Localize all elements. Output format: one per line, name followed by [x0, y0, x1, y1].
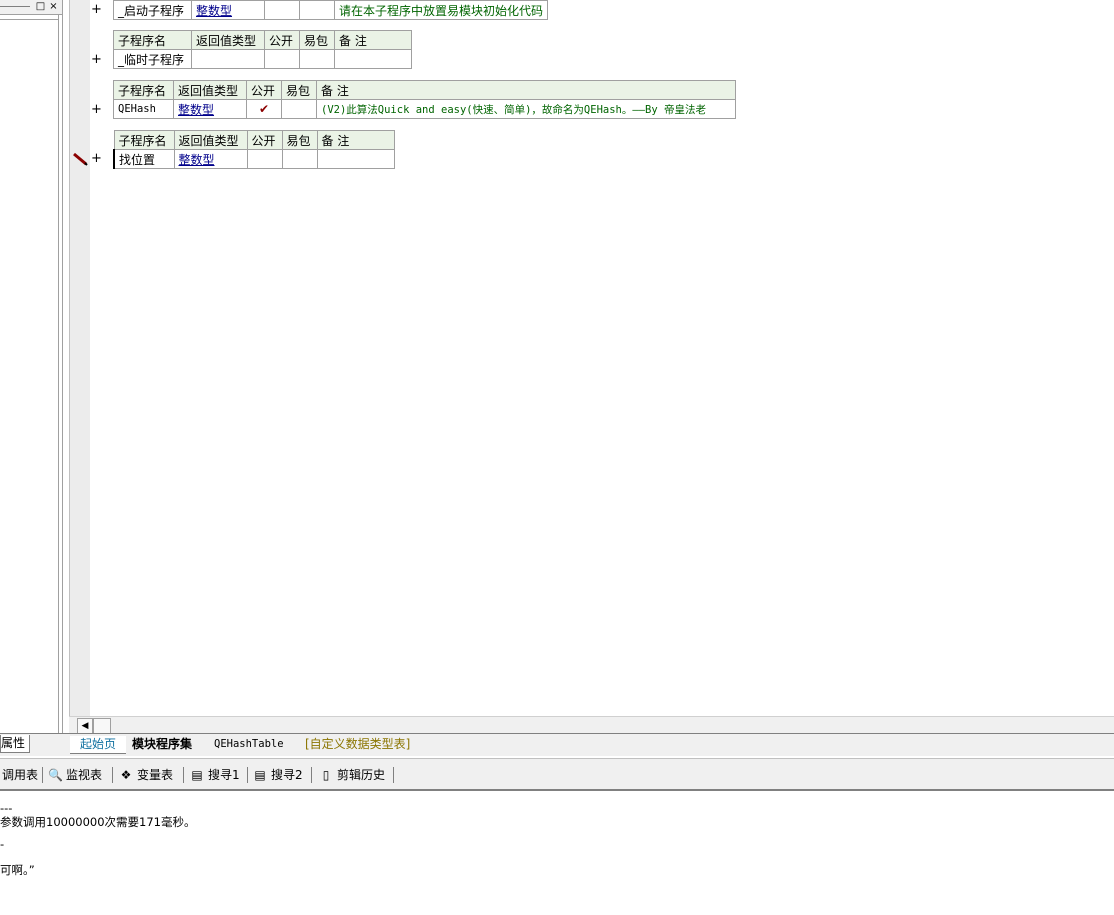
table-row[interactable]: _启动子程序 整数型 请在本子程序中放置易模块初始化代码: [113, 0, 549, 20]
header-public: 公开: [264, 30, 300, 50]
expand-icon[interactable]: +: [91, 3, 102, 17]
table-row[interactable]: QEHash 整数型 ✔ (V2)此算法Quick and easy(快速、简单…: [113, 99, 736, 119]
header-name: 子程序名: [113, 130, 175, 150]
public-cell[interactable]: [246, 149, 283, 169]
pack-cell[interactable]: [281, 99, 317, 119]
remark-cell[interactable]: [316, 149, 395, 169]
watch-table-label: 监视表: [66, 768, 103, 782]
header-type: 返回值类型: [191, 30, 265, 50]
variable-icon: ❖: [120, 768, 132, 782]
panel-divider: [0, 6, 30, 7]
edit-pencil-icon: [73, 152, 88, 166]
header-public: 公开: [246, 80, 282, 100]
return-type[interactable]: 整数型: [173, 99, 247, 119]
header-remark: 备 注: [334, 30, 412, 50]
header-pack: 易包: [299, 30, 335, 50]
public-check-icon[interactable]: ✔: [246, 99, 282, 119]
toolbar-separator: [393, 767, 394, 783]
search2-label: 搜寻2: [271, 768, 303, 782]
output-line: ---: [0, 801, 13, 815]
public-cell[interactable]: [264, 0, 300, 20]
watch-table-button[interactable]: 🔍 监视表: [48, 767, 102, 783]
header-public: 公开: [246, 130, 283, 150]
table-header: 子程序名 返回值类型 公开 易包 备 注: [113, 130, 395, 150]
tab-qehashtable[interactable]: QEHashTable: [204, 736, 294, 753]
table-row[interactable]: _临时子程序: [113, 49, 412, 69]
output-panel[interactable]: --- 参数调用10000000次需要171毫秒。 - 可啊。”: [0, 792, 1114, 915]
tab-module-set[interactable]: 模块程序集: [122, 736, 202, 753]
bottom-toolbar: 调用表 🔍 监视表 ❖ 变量表 ▤ 搜寻1 ▤ 搜寻2 ▯ 剪辑历史: [0, 758, 1114, 791]
toolbar-separator: [311, 767, 312, 783]
scroll-thumb[interactable]: [93, 718, 111, 734]
subroutine-name-input[interactable]: 找位置: [113, 149, 175, 169]
toolbar-separator: [183, 767, 184, 783]
call-table-label: 调用表: [2, 768, 39, 782]
scroll-left-arrow-icon[interactable]: ◀: [77, 718, 93, 734]
expand-icon[interactable]: +: [91, 103, 102, 117]
header-remark: 备 注: [316, 130, 395, 150]
header-remark: 备 注: [316, 80, 736, 100]
toolbar-separator: [112, 767, 113, 783]
table-header: 子程序名 返回值类型 公开 易包 备 注: [113, 80, 736, 100]
close-icon[interactable]: ×: [48, 1, 59, 12]
left-panel-titlebar: □ ×: [0, 0, 63, 15]
table-row[interactable]: 找位置 整数型: [113, 149, 395, 169]
public-cell[interactable]: [264, 49, 300, 69]
header-name: 子程序名: [113, 80, 174, 100]
output-line: 参数调用10000000次需要171毫秒。: [0, 815, 196, 829]
search1-label: 搜寻1: [208, 768, 240, 782]
tab-start-page[interactable]: 起始页: [70, 736, 127, 754]
subroutine-table: 子程序名 返回值类型 公开 易包 备 注 找位置 整数型: [113, 130, 395, 169]
clip-history-button[interactable]: ▯ 剪辑历史: [319, 767, 385, 783]
editor-gutter: [69, 0, 90, 718]
subroutine-name[interactable]: _启动子程序: [113, 0, 192, 20]
output-line: -: [0, 837, 5, 851]
panel-border: [58, 14, 59, 734]
search1-button[interactable]: ▤ 搜寻1: [190, 767, 240, 783]
subroutine-name[interactable]: QEHash: [113, 99, 174, 119]
header-pack: 易包: [281, 80, 317, 100]
output-line: 可啊。”: [0, 863, 35, 877]
variable-table-button[interactable]: ❖ 变量表: [119, 767, 173, 783]
remark-cell[interactable]: (V2)此算法Quick and easy(快速、简单)，故命名为QEHash。…: [316, 99, 736, 119]
pack-cell[interactable]: [299, 0, 335, 20]
header-name: 子程序名: [113, 30, 192, 50]
magnifier-icon: 🔍: [48, 768, 63, 782]
toolbar-separator: [247, 767, 248, 783]
variable-table-label: 变量表: [137, 768, 174, 782]
header-pack: 易包: [281, 130, 318, 150]
expand-icon[interactable]: +: [91, 53, 102, 67]
subroutine-table: _启动子程序 整数型 请在本子程序中放置易模块初始化代码: [113, 0, 549, 20]
left-panel: □ ×: [0, 0, 63, 734]
expand-icon[interactable]: +: [91, 152, 102, 166]
call-table-button[interactable]: 调用表: [2, 767, 38, 783]
subroutine-table: 子程序名 返回值类型 公开 易包 备 注 QEHash 整数型 ✔ (V2)此算…: [113, 80, 736, 119]
subroutine-name[interactable]: _临时子程序: [113, 49, 192, 69]
header-type: 返回值类型: [173, 80, 247, 100]
search2-button[interactable]: ▤ 搜寻2: [253, 767, 303, 783]
panel-border: [62, 0, 63, 734]
tab-properties[interactable]: 属性: [0, 735, 31, 753]
return-type[interactable]: 整数型: [191, 0, 265, 20]
clip-history-label: 剪辑历史: [337, 768, 386, 782]
table-header: 子程序名 返回值类型 公开 易包 备 注: [113, 30, 412, 50]
clipboard-icon: ▯: [322, 768, 330, 782]
maximize-icon[interactable]: □: [35, 1, 46, 12]
horizontal-scrollbar[interactable]: ◀: [69, 716, 1114, 734]
remark-cell[interactable]: [334, 49, 412, 69]
return-type[interactable]: 整数型: [173, 149, 248, 169]
remark-cell[interactable]: 请在本子程序中放置易模块初始化代码: [333, 0, 549, 20]
search-list-icon: ▤: [191, 768, 203, 782]
tab-strip: 属性 起始页 模块程序集 QEHashTable [自定义数据类型表]: [0, 733, 1114, 756]
panel-separator: [0, 19, 58, 20]
toolbar-separator: [42, 767, 43, 783]
return-type[interactable]: [191, 49, 265, 69]
search-list-icon: ▤: [254, 768, 266, 782]
pack-cell[interactable]: [281, 149, 318, 169]
tab-custom-types[interactable]: [自定义数据类型表]: [295, 736, 420, 753]
header-type: 返回值类型: [173, 130, 248, 150]
pack-cell[interactable]: [299, 49, 335, 69]
subroutine-table: 子程序名 返回值类型 公开 易包 备 注 _临时子程序: [113, 30, 412, 69]
